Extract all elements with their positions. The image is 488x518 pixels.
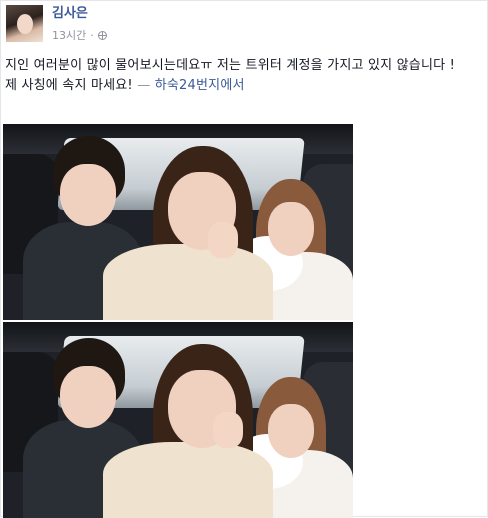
location-separator: — [132,78,155,93]
photo-pointing-hand [213,412,243,448]
time-row: 13시간 · [52,27,107,43]
photo-person3-face [268,404,314,458]
post-photo-2[interactable] [3,322,353,518]
post-text-main: 제 사칭에 속지 마세요! [5,78,133,93]
globe-icon[interactable] [97,30,107,40]
photo-person1-face [60,164,116,226]
photo-person2-clothes [103,244,273,320]
avatar-face [17,14,33,34]
post-text: 지인 여러분이 많이 물어보시는데요ㅠ 저는 트위터 계정을 가지고 있지 않습… [5,56,485,96]
author-name[interactable]: 김사은 [52,6,107,22]
photo-person1-face [60,366,116,428]
photo-person2-clothes [103,442,273,518]
photo-person3-face [268,202,314,256]
post-photo-1[interactable] [3,124,353,320]
location-link[interactable]: 하숙24번지에서 [155,78,245,93]
post-text-line2: 제 사칭에 속지 마세요! — 하숙24번지에서 [5,76,485,96]
avatar[interactable] [6,5,43,42]
photo-v-sign-hand [208,222,238,258]
post-header: 김사은 13시간 · [6,5,107,43]
post-text-line1: 지인 여러분이 많이 물어보시는데요ㅠ 저는 트위터 계정을 가지고 있지 않습… [5,58,456,73]
post-timestamp[interactable]: 13시간 [52,27,86,43]
post-meta: 김사은 13시간 · [52,5,107,43]
meta-separator: · [90,28,94,42]
